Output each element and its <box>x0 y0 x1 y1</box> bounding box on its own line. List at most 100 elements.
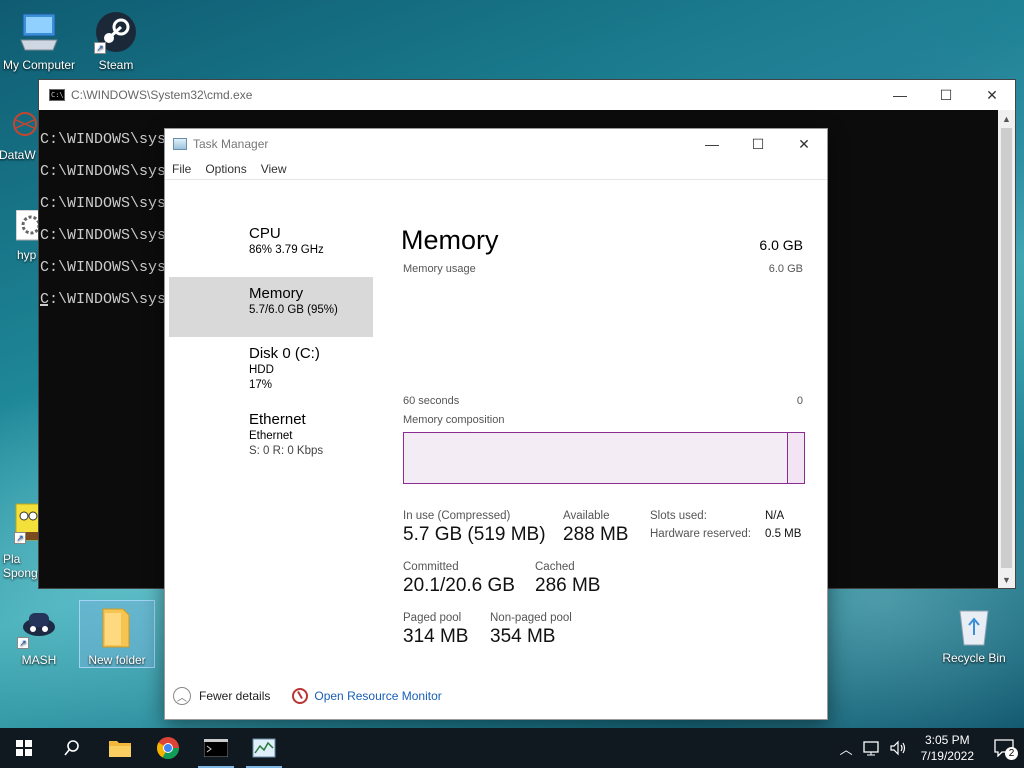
sidebar-item-title: CPU <box>249 225 281 242</box>
stat-value: 288 MB <box>563 524 629 545</box>
memory-composition-label: Memory composition <box>403 414 505 426</box>
graph-time-zero: 0 <box>796 395 803 407</box>
taskbar-task-manager[interactable] <box>240 728 288 768</box>
steam-icon: ↗ <box>94 10 138 54</box>
minimize-button[interactable]: — <box>689 129 735 159</box>
maximize-button[interactable]: ☐ <box>735 129 781 159</box>
chevron-up-icon[interactable]: ︿ <box>840 739 853 758</box>
hardware-reserved-label: Hardware reserved: <box>650 528 751 540</box>
stat-available: Available 288 MB <box>563 509 628 547</box>
taskbar: ︿ 3:05 PM 7/19/2022 2 <box>0 728 1024 768</box>
stat-label: Cached <box>535 561 575 573</box>
folder-icon <box>95 605 139 649</box>
sidebar-item-sub: S: 0 R: 0 Kbps <box>249 445 324 457</box>
task-manager-icon <box>252 738 276 758</box>
recycle-bin-icon <box>952 603 996 647</box>
stat-value: 286 MB <box>535 575 601 596</box>
scroll-down-arrow-icon[interactable]: ▼ <box>998 571 1015 588</box>
close-button[interactable]: ✕ <box>969 80 1015 110</box>
sidebar-item-sub: Ethernet <box>249 430 293 442</box>
desktop-icon-mash[interactable]: ↗ MASH <box>1 605 77 667</box>
stat-committed: Committed 20.1/20.6 GB <box>403 560 515 598</box>
cmd-title: C:\WINDOWS\System32\cmd.exe <box>71 88 253 102</box>
resource-monitor-icon <box>292 688 309 704</box>
taskbar-file-explorer[interactable] <box>96 728 144 768</box>
clock-time: 3:05 PM <box>924 733 970 747</box>
chevron-up-icon[interactable]: ︿ <box>173 687 191 705</box>
search-button[interactable] <box>48 728 96 768</box>
computer-icon <box>17 10 61 54</box>
tm-title: Task Manager <box>193 137 269 151</box>
stat-paged-pool: Paged pool 314 MB <box>403 611 468 649</box>
desktop-icon-label: New folder <box>88 653 146 667</box>
shortcut-arrow-icon: ↗ <box>17 637 29 649</box>
app-icon <box>10 110 40 146</box>
maximize-button[interactable]: ☐ <box>923 80 969 110</box>
tm-menu-bar: File Options View <box>165 159 827 179</box>
open-resource-monitor-link[interactable]: Open Resource Monitor <box>314 689 441 703</box>
desktop-icon-new-folder[interactable]: New folder <box>79 600 155 668</box>
notification-count-badge: 2 <box>1005 747 1018 760</box>
hardware-reserved-text: 0.5 MB <box>765 528 802 540</box>
desktop-icon-label: hyp <box>17 248 37 262</box>
stat-non-paged-pool: Non-paged pool 354 MB <box>490 611 572 649</box>
stat-value: 354 MB <box>490 626 556 647</box>
sidebar-item-sub: 17% <box>249 379 273 391</box>
task-manager-icon <box>173 138 187 150</box>
total-memory: 6.0 GB <box>759 237 803 253</box>
network-icon[interactable] <box>862 740 881 756</box>
scroll-thumb[interactable] <box>1001 128 1012 568</box>
desktop-icon-my-computer[interactable]: My Computer <box>1 10 77 72</box>
sidebar-item-sub: 5.7/6.0 GB (95%) <box>249 304 338 316</box>
system-tray: ︿ 3:05 PM 7/19/2022 2 <box>840 728 1024 768</box>
start-button[interactable] <box>0 728 48 768</box>
volume-icon[interactable] <box>889 740 907 756</box>
desktop-icon-dataw[interactable]: DataW <box>0 110 40 162</box>
menu-view[interactable]: View <box>261 162 287 176</box>
clock-date: 7/19/2022 <box>920 749 974 763</box>
cmd-scrollbar[interactable]: ▲ ▼ <box>998 110 1015 588</box>
desktop-icon-label: MASH <box>21 653 57 667</box>
cmd-title-bar[interactable]: C:\ C:\WINDOWS\System32\cmd.exe <box>39 80 1015 110</box>
desktop-icon-hyp[interactable]: hyp <box>0 209 47 262</box>
memory-usage-max: 6.0 GB <box>768 263 803 275</box>
close-button[interactable]: ✕ <box>781 129 827 159</box>
sidebar-item-cpu[interactable]: CPU 86% 3.79 GHz <box>169 225 373 265</box>
desktop-icon-label: My Computer <box>2 58 76 72</box>
menu-options[interactable]: Options <box>205 162 246 176</box>
menu-file[interactable]: File <box>172 162 191 176</box>
graph-time-label: 60 seconds <box>403 395 460 407</box>
sidebar-item-disk[interactable]: Disk 0 (C:) HDD 17% <box>169 345 373 399</box>
stat-in-use: In use (Compressed) 5.7 GB (519 MB) <box>403 509 546 547</box>
sidebar-item-memory[interactable]: Memory 5.7/6.0 GB (95%) <box>169 277 373 337</box>
desktop-icon-label: DataW <box>0 148 36 162</box>
scroll-up-arrow-icon[interactable]: ▲ <box>998 110 1015 127</box>
shortcut-arrow-icon: ↗ <box>14 532 26 544</box>
action-center-button[interactable]: 2 <box>984 728 1024 768</box>
taskbar-cmd[interactable] <box>192 728 240 768</box>
memory-usage-label: Memory usage <box>403 263 476 275</box>
desktop-icon-recycle-bin[interactable]: Recycle Bin <box>936 603 1012 665</box>
terminal-icon <box>204 739 228 757</box>
stat-label: Committed <box>403 561 459 573</box>
desktop-icon-label: Recycle Bin <box>942 651 1006 665</box>
task-manager-window[interactable]: Task Manager — ☐ ✕ File Options View CPU… <box>164 128 828 720</box>
memory-in-use-segment <box>404 433 788 483</box>
fewer-details-link[interactable]: Fewer details <box>199 689 270 703</box>
memory-composition-bar[interactable] <box>403 432 805 484</box>
stat-label: Non-paged pool <box>490 612 572 624</box>
hardware-reserved-value: 0.5 MB <box>765 525 801 543</box>
stat-label: Available <box>563 510 610 522</box>
desktop-icon-label: Steam <box>98 58 134 72</box>
cmd-icon: C:\ <box>49 89 65 101</box>
stat-label: In use (Compressed) <box>403 510 511 522</box>
sidebar-item-title: Memory <box>249 285 304 302</box>
chrome-icon <box>157 737 179 759</box>
desktop-icon-steam[interactable]: ↗ Steam <box>78 10 154 72</box>
clock[interactable]: 3:05 PM 7/19/2022 <box>921 732 974 764</box>
shortcut-arrow-icon: ↗ <box>94 42 106 54</box>
taskbar-chrome[interactable] <box>144 728 192 768</box>
sidebar-item-ethernet[interactable]: Ethernet Ethernet S: 0 R: 0 Kbps <box>169 411 373 461</box>
minimize-button[interactable]: — <box>877 80 923 110</box>
stat-value: 314 MB <box>403 626 469 647</box>
